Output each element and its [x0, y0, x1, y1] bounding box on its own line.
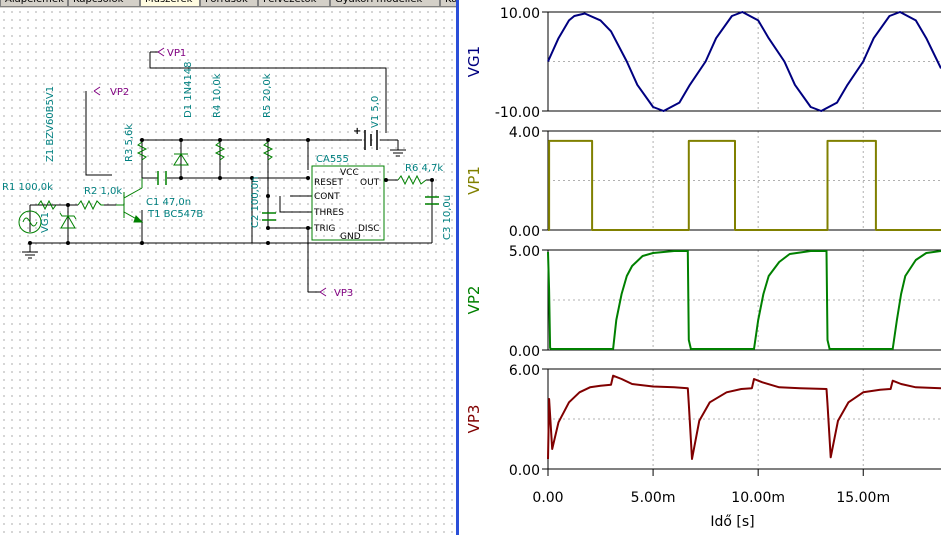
pin-trig: TRIG — [313, 224, 335, 234]
r6-resistor — [397, 174, 427, 186]
c1-capacitor — [157, 171, 167, 185]
trace-vp3 — [547, 374, 941, 460]
vp1-label[interactable]: VP1 — [167, 48, 186, 59]
pin-disc: DISC — [358, 224, 380, 234]
series-label-vg1: VG1 — [465, 46, 483, 77]
y-tick-label: 10.00 — [500, 6, 540, 22]
y-tick-label: 5.00 — [509, 244, 540, 260]
pin-vcc: VCC — [340, 168, 359, 178]
v1-label: V1 5,0 — [370, 96, 381, 128]
vp2-probe-icon — [93, 86, 101, 96]
tab-kapuk[interactable]: Kapuk — [440, 0, 456, 7]
vp1-probe-icon — [157, 47, 165, 57]
schematic-drawing: VP1 VP2 VP3 Z1 BZV60B5V1 D1 1N4148 R4 10… — [2, 47, 453, 299]
pin-cont: CONT — [314, 192, 340, 202]
series-label-vp1: VP1 — [465, 166, 483, 195]
tab-források[interactable]: Források — [200, 0, 258, 7]
pin-thres: THRES — [313, 208, 344, 218]
vp2-label[interactable]: VP2 — [110, 87, 129, 98]
v1-plus-sign: + — [353, 126, 361, 137]
waveform-chart: 10.00 -10.00 VG1 4.00 0.00 VP1 5.00 0.00 VP2 6.00… — [465, 6, 941, 530]
vp3-probe-icon — [319, 287, 327, 297]
r1-label: R1 100,0k — [2, 182, 53, 193]
x-tick-label: 0.00 — [532, 490, 563, 506]
y-tick-label: 6.00 — [509, 363, 540, 379]
series-label-vp2: VP2 — [465, 286, 483, 315]
pin-out: OUT — [360, 178, 380, 188]
pin-reset: RESET — [314, 178, 343, 188]
vg1-label: VG1 — [40, 212, 51, 233]
x-tick-label: 15.00m — [836, 490, 890, 506]
tab-alapelemek[interactable]: Alapelemek — [0, 0, 68, 7]
x-axis-label: Idő [s] — [710, 514, 754, 530]
c2-label: C2 100,0n — [250, 177, 261, 229]
y-tick-label: -10.00 — [495, 105, 540, 121]
vp3-label[interactable]: VP3 — [334, 288, 353, 299]
r5-label: R5 20,0k — [262, 73, 273, 118]
z1-label: Z1 BZV60B5V1 — [45, 86, 56, 162]
r2-resistor — [77, 199, 104, 211]
x-tick-label: 5.00m — [631, 490, 676, 506]
c2-capacitor — [262, 212, 276, 221]
tab-félvezetők[interactable]: Félvezetők — [258, 0, 330, 7]
d1-label: D1 1N4148 — [183, 61, 194, 118]
t1-transistor — [116, 178, 144, 223]
v1-battery — [364, 130, 378, 150]
tab-műszerek[interactable]: Műszerek — [140, 0, 200, 7]
series-label-vp3: VP3 — [465, 405, 483, 434]
t1-label: T1 BC547B — [147, 209, 203, 220]
c1-label: C1 47,0n — [146, 197, 191, 208]
y-tick-label: 4.00 — [509, 125, 540, 141]
waveform-panel: 10.00 -10.00 VG1 4.00 0.00 VP1 5.00 0.00 VP2 6.00… — [459, 0, 941, 535]
c3-label: C3 10,0u — [442, 195, 453, 240]
y-tick-label: 0.00 — [509, 224, 540, 240]
schematic-editor[interactable]: VP1 VP2 VP3 Z1 BZV60B5V1 D1 1N4148 R4 10… — [0, 8, 456, 535]
r2-label: R2 1,0k — [84, 186, 122, 197]
r3-label: R3 5,6k — [124, 124, 135, 162]
y-tick-label: 0.00 — [509, 463, 540, 479]
tab-kapcsolók[interactable]: Kapcsolók — [68, 0, 140, 7]
r4-label: R4 10,0k — [212, 73, 223, 118]
x-tick-label: 10.00m — [731, 490, 785, 506]
trace-vp1 — [548, 139, 941, 231]
y-tick-label: 0.00 — [509, 344, 540, 360]
r6-label: R6 4,7k — [405, 163, 443, 174]
ca555-label: CA555 — [316, 154, 349, 165]
tab-gyakori-modellek[interactable]: Gyakori modellek — [330, 0, 440, 7]
